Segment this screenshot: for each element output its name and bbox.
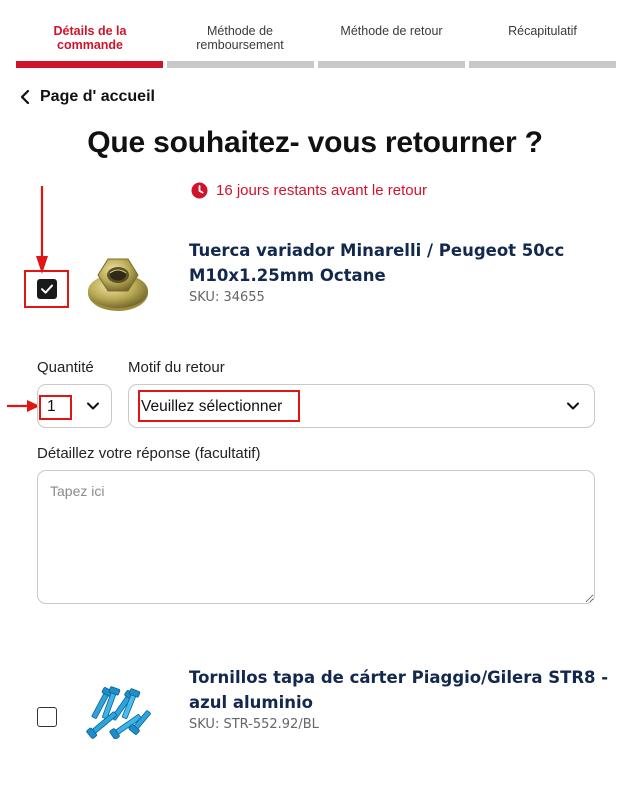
product-1-title[interactable]: Tuerca variador Minarelli / Peugeot 50cc… [189, 238, 609, 288]
chevron-left-icon [20, 90, 30, 104]
step-progress-bar [318, 61, 465, 68]
step-progress-bar [469, 61, 616, 68]
step-label: Méthode de retour [340, 24, 443, 38]
details-textarea[interactable] [37, 470, 595, 604]
step-refund-method[interactable]: Méthode de remboursement [167, 0, 314, 68]
return-deadline-notice: 16 jours restants avant le retour [191, 182, 427, 199]
step-label: Récapitulatif [508, 24, 577, 38]
return-deadline-text: 16 jours restants avant le retour [216, 182, 427, 199]
back-link-label: Page d' accueil [40, 88, 155, 105]
step-return-method[interactable]: Méthode de retour [318, 0, 465, 68]
checkmark-icon [41, 284, 53, 294]
quantity-label: Quantité [37, 359, 94, 376]
step-order-details[interactable]: Détails de la commande [16, 0, 163, 68]
product-2-checkbox[interactable] [37, 707, 57, 727]
clock-icon [191, 182, 208, 199]
step-label: Détails de la commande [53, 24, 127, 52]
annotation-arrow-right-icon [7, 400, 40, 412]
checkout-stepper: Détails de la commande Méthode de rembou… [16, 0, 616, 70]
product-1-image [88, 258, 148, 311]
product-2-title[interactable]: Tornillos tapa de cárter Piaggio/Gilera … [189, 665, 609, 715]
step-label: Méthode de remboursement [196, 24, 284, 52]
step-progress-bar [16, 61, 163, 68]
chevron-down-icon [87, 402, 99, 410]
reason-label: Motif du retour [128, 359, 225, 376]
back-link[interactable]: Page d' accueil [20, 86, 155, 108]
product-2-sku: SKU: STR-552.92/BL [189, 717, 319, 732]
product-1-sku: SKU: 34655 [189, 290, 265, 305]
annotation-arrow-down-icon [36, 186, 48, 274]
product-2-image [86, 686, 151, 739]
details-label: Détaillez votre réponse (facultatif) [37, 445, 261, 462]
page-title: Que souhaitez- vous retourner ? [87, 126, 543, 159]
step-progress-bar [167, 61, 314, 68]
annotation-box-quantity [39, 395, 72, 420]
chevron-down-icon [567, 402, 579, 410]
product-1-checkbox[interactable] [37, 279, 57, 299]
step-summary[interactable]: Récapitulatif [469, 0, 616, 68]
annotation-box-reason [138, 390, 300, 422]
